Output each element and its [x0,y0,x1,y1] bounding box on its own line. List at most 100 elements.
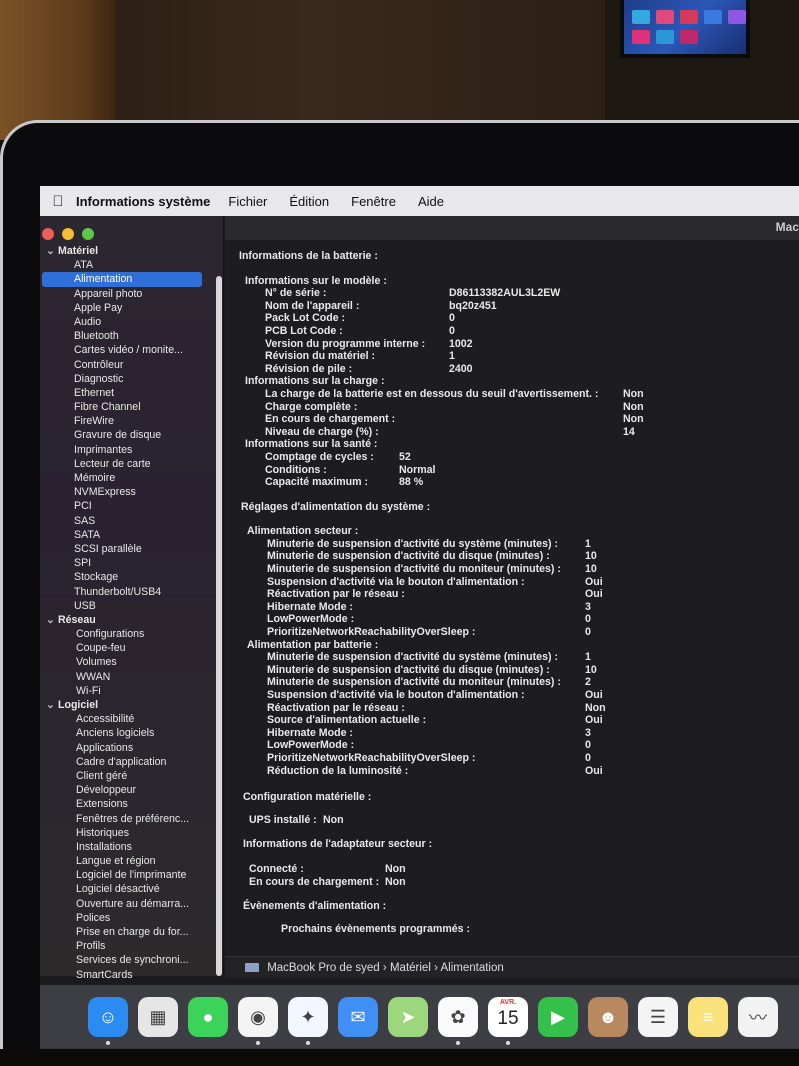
freeform-icon[interactable]: 〰 [738,997,778,1037]
chevron-down-icon[interactable]: ⌄ [46,613,58,627]
notes-icon[interactable]: ≡ [688,997,728,1037]
chevron-down-icon[interactable]: ⌄ [46,698,58,712]
calendar-icon[interactable]: AVR. 15 [488,997,528,1045]
path-item-current[interactable]: Alimentation [440,962,503,974]
sidebar-item[interactable]: Diagnostic [40,372,224,386]
running-indicator [306,1041,310,1045]
safari-icon[interactable]: ✦ [288,997,328,1045]
sidebar-item[interactable]: Volumes [40,655,224,669]
sidebar-item[interactable]: Prise en charge du for... [40,925,224,939]
sidebar-item[interactable]: SPI [40,556,224,570]
sidebar-item[interactable]: Mémoire [40,471,224,485]
path-item-category[interactable]: Matériel [390,962,431,974]
sidebar-item[interactable]: Configurations [40,627,224,641]
sidebar-item[interactable]: Extensions [40,797,224,811]
chevron-down-icon[interactable]: ⌄ [46,244,58,258]
apple-menu-icon[interactable]:  [40,193,76,210]
sidebar-item[interactable]: Services de synchroni... [40,953,224,967]
sidebar-item[interactable]: ATA [40,258,224,272]
sidebar-item[interactable]: Accessibilité [40,712,224,726]
sidebar-item[interactable]: Ouverture au démarra... [40,897,224,911]
sidebar-item[interactable]: Apple Pay [40,301,224,315]
sidebar-tree: ⌄ Matériel ATA Alimentation Appareil photo Ap… [40,244,224,982]
sidebar-item[interactable]: Thunderbolt/USB4 [40,585,224,599]
subsection-title: Alimentation par batterie : [247,638,379,651]
sidebar-group[interactable]: ⌄ Réseau [40,613,224,627]
sidebar-item[interactable]: FireWire [40,414,224,428]
sidebar-item[interactable]: WWAN [40,670,224,684]
battery-setting: Minuterie de suspension d'activité du di… [239,664,795,677]
sidebar-item[interactable]: Cartes vidéo / monite... [40,343,224,357]
sidebar-item[interactable]: Historiques [40,826,224,840]
zoom-window-button[interactable] [82,228,94,240]
sidebar-scrollbar[interactable] [216,276,222,976]
sidebar-item[interactable]: NVMExpress [40,485,224,499]
sidebar-item[interactable]: Alimentation [42,272,202,287]
sidebar-item[interactable]: Logiciel désactivé [40,882,224,896]
battery-setting: Suspension d'activité via le bouton d'al… [239,689,795,702]
battery-setting-value: Oui [585,714,603,727]
sidebar-item[interactable]: Contrôleur [40,358,224,372]
sidebar-item[interactable]: Développeur [40,783,224,797]
sidebar-item[interactable]: Installations [40,840,224,854]
sidebar-item[interactable]: SmartCards [40,968,224,982]
menu-edition[interactable]: Édition [289,194,329,209]
ac-setting: Suspension d'activité via le bouton d'al… [239,576,795,589]
menu-app-name[interactable]: Informations système [76,194,210,209]
sidebar-item[interactable]: Stockage [40,570,224,584]
sidebar-item[interactable]: SCSI parallèle [40,542,224,556]
sidebar-item[interactable]: Audio [40,315,224,329]
sidebar-item[interactable]: Cadre d'application [40,755,224,769]
section-title: Informations de la batterie : [239,250,378,262]
charge-info-value: Non [623,387,644,400]
chrome-icon[interactable]: ◉ [238,997,278,1045]
sidebar-item[interactable]: Ethernet [40,386,224,400]
sidebar-item[interactable]: Lecteur de carte [40,457,224,471]
photos-icon[interactable]: ✿ [438,997,478,1045]
battery-setting: Hibernate Mode : 3 [239,727,795,740]
sidebar-item[interactable]: Fenêtres de préférenc... [40,812,224,826]
maps-icon[interactable]: ➤ [388,997,428,1037]
ac-setting-label: Suspension d'activité via le bouton d'al… [267,575,525,588]
menu-fichier[interactable]: Fichier [228,194,267,209]
minimize-window-button[interactable] [62,228,74,240]
path-item-computer[interactable]: MacBook Pro de syed [267,962,380,974]
running-indicator [256,1041,260,1045]
reminders-icon[interactable]: ☰ [638,997,678,1037]
facetime-icon[interactable]: ▶ [538,997,578,1037]
sidebar-item[interactable]: Gravure de disque [40,428,224,442]
contacts-icon[interactable]: ☻ [588,997,628,1037]
sidebar-item[interactable]: Langue et région [40,854,224,868]
mail-icon[interactable]: ✉ [338,997,378,1037]
sidebar-item[interactable]: Profils [40,939,224,953]
sidebar-item[interactable]: Coupe-feu [40,641,224,655]
close-window-button[interactable] [42,228,54,240]
sidebar-item[interactable]: Applications [40,741,224,755]
sidebar-group-label: Logiciel [58,699,99,711]
running-indicator [106,1041,110,1045]
sidebar-group[interactable]: ⌄ Matériel [40,244,224,258]
health-info-value: 52 [399,450,411,463]
menu-fenetre[interactable]: Fenêtre [351,194,396,209]
sidebar-item[interactable]: Anciens logiciels [40,726,224,740]
sidebar-item[interactable]: Wi-Fi [40,684,224,698]
battery-setting-label: Hibernate Mode : [267,726,353,739]
messages-icon[interactable]: ● [188,997,228,1037]
menu-aide[interactable]: Aide [418,194,444,209]
sidebar-item[interactable]: Client géré [40,769,224,783]
sidebar-group[interactable]: ⌄ Logiciel [40,698,224,712]
sidebar-item[interactable]: SAS [40,514,224,528]
sidebar-item[interactable]: USB [40,599,224,613]
launchpad-icon[interactable]: ▦ [138,997,178,1037]
sidebar-item[interactable]: SATA [40,528,224,542]
sidebar-item[interactable]: Imprimantes [40,443,224,457]
sidebar-item[interactable]: Logiciel de l'imprimante [40,868,224,882]
sidebar-item[interactable]: Polices [40,911,224,925]
sidebar-item[interactable]: Bluetooth [40,329,224,343]
finder-icon[interactable]: ☺ [88,997,128,1045]
ac-setting: Réactivation par le réseau : Oui [239,588,795,601]
sidebar-item[interactable]: PCI [40,499,224,513]
sidebar-item[interactable]: Appareil photo [40,287,224,301]
sidebar-item[interactable]: Fibre Channel [40,400,224,414]
